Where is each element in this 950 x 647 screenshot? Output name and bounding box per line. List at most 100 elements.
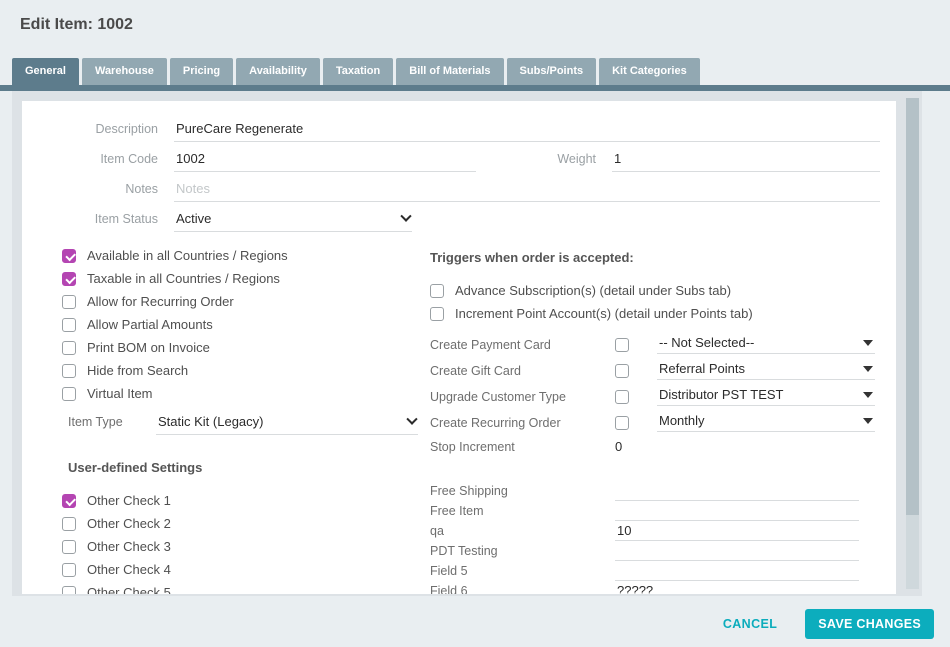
checkbox-available-all-countries[interactable]: Available in all Countries / Regions: [62, 248, 430, 263]
create-payment-card-select[interactable]: -- Not Selected--: [657, 335, 875, 354]
page-title: Edit Item: 1002: [20, 16, 950, 34]
create-payment-card-checkbox[interactable]: [615, 338, 629, 352]
item-type-select[interactable]: Static Kit (Legacy): [156, 414, 418, 435]
description-input[interactable]: PureCare Regenerate: [174, 121, 880, 142]
checkbox-label: Increment Point Account(s) (detail under…: [455, 306, 753, 321]
checkbox-icon[interactable]: [62, 249, 76, 263]
checkbox-label: Print BOM on Invoice: [87, 340, 210, 355]
pdt-testing-input[interactable]: [615, 545, 859, 561]
checkbox-icon[interactable]: [62, 586, 76, 595]
checkbox-icon[interactable]: [62, 341, 76, 355]
description-label: Description: [62, 122, 158, 141]
tab-bill-of-materials[interactable]: Bill of Materials: [396, 58, 503, 85]
create-recurring-order-row: Create Recurring Order Monthly: [430, 413, 880, 432]
qa-input[interactable]: 10: [615, 523, 859, 541]
field-5-input[interactable]: [615, 565, 859, 581]
checkbox-label: Other Check 3: [87, 539, 171, 554]
item-status-select[interactable]: Active: [174, 211, 412, 232]
tab-warehouse[interactable]: Warehouse: [82, 58, 167, 85]
tab-pricing[interactable]: Pricing: [170, 58, 233, 85]
description-row: Description PureCare Regenerate: [62, 121, 880, 142]
create-gift-card-select[interactable]: Referral Points: [657, 361, 875, 380]
checkbox-taxable-all-countries[interactable]: Taxable in all Countries / Regions: [62, 271, 430, 286]
chevron-down-icon: [400, 210, 411, 221]
field-5-label: Field 5: [430, 564, 615, 581]
item-status-value: Active: [176, 211, 211, 226]
checkbox-icon[interactable]: [62, 364, 76, 378]
tab-subs-points[interactable]: Subs/Points: [507, 58, 597, 85]
checkbox-label: Other Check 1: [87, 493, 171, 508]
upgrade-customer-type-checkbox[interactable]: [615, 390, 629, 404]
checkbox-icon[interactable]: [62, 494, 76, 508]
checkbox-label: Allow Partial Amounts: [87, 317, 213, 332]
create-gift-card-label: Create Gift Card: [430, 364, 615, 378]
stop-increment-row: Stop Increment 0: [430, 439, 880, 454]
free-shipping-input[interactable]: [615, 485, 859, 501]
item-status-label: Item Status: [62, 212, 158, 231]
footer-action-bar: CANCEL SAVE CHANGES: [0, 596, 950, 639]
checkbox-icon[interactable]: [62, 517, 76, 531]
upgrade-customer-type-row: Upgrade Customer Type Distributor PST TE…: [430, 387, 880, 406]
create-recurring-order-checkbox[interactable]: [615, 416, 629, 430]
item-code-label: Item Code: [62, 152, 158, 171]
left-column: Available in all Countries / Regions Tax…: [62, 248, 430, 594]
create-gift-card-checkbox[interactable]: [615, 364, 629, 378]
checkbox-icon[interactable]: [62, 318, 76, 332]
checkbox-icon[interactable]: [430, 307, 444, 321]
checkbox-other-check-1[interactable]: Other Check 1: [62, 493, 430, 508]
dropdown-arrow-icon: [863, 418, 873, 424]
select-value: Referral Points: [659, 361, 745, 376]
checkbox-advance-subscriptions[interactable]: Advance Subscription(s) (detail under Su…: [430, 283, 880, 298]
free-shipping-label: Free Shipping: [430, 484, 615, 501]
select-value: Monthly: [659, 413, 705, 428]
checkbox-hide-from-search[interactable]: Hide from Search: [62, 363, 430, 378]
field-6-label: Field 6: [430, 584, 615, 594]
dropdown-arrow-icon: [863, 392, 873, 398]
checkbox-other-check-4[interactable]: Other Check 4: [62, 562, 430, 577]
item-code-weight-row: Item Code 1002 Weight 1: [62, 151, 880, 172]
tab-availability[interactable]: Availability: [236, 58, 320, 85]
upgrade-customer-type-select[interactable]: Distributor PST TEST: [657, 387, 875, 406]
page-header: Edit Item: 1002: [0, 0, 950, 58]
checkbox-print-bom-on-invoice[interactable]: Print BOM on Invoice: [62, 340, 430, 355]
item-code-input[interactable]: 1002: [174, 151, 476, 172]
select-value: Distributor PST TEST: [659, 387, 784, 402]
checkbox-icon[interactable]: [430, 284, 444, 298]
checkbox-increment-point-accounts[interactable]: Increment Point Account(s) (detail under…: [430, 306, 880, 321]
cancel-button[interactable]: CANCEL: [723, 617, 777, 631]
chevron-down-icon: [406, 413, 417, 424]
save-changes-button[interactable]: SAVE CHANGES: [805, 609, 934, 639]
qa-label: qa: [430, 524, 615, 541]
upgrade-customer-type-label: Upgrade Customer Type: [430, 390, 615, 404]
checkbox-allow-recurring-order[interactable]: Allow for Recurring Order: [62, 294, 430, 309]
checkbox-other-check-3[interactable]: Other Check 3: [62, 539, 430, 554]
checkbox-icon[interactable]: [62, 540, 76, 554]
notes-row: Notes Notes: [62, 181, 880, 202]
triggers-heading: Triggers when order is accepted:: [430, 250, 880, 265]
checkbox-other-check-2[interactable]: Other Check 2: [62, 516, 430, 531]
checkbox-icon[interactable]: [62, 563, 76, 577]
checkbox-allow-partial-amounts[interactable]: Allow Partial Amounts: [62, 317, 430, 332]
scrollbar-thumb[interactable]: [906, 98, 919, 515]
form-content: Description PureCare Regenerate Item Cod…: [22, 101, 896, 594]
create-recurring-order-select[interactable]: Monthly: [657, 413, 875, 432]
tab-taxation[interactable]: Taxation: [323, 58, 393, 85]
weight-input[interactable]: 1: [612, 151, 880, 172]
checkbox-virtual-item[interactable]: Virtual Item: [62, 386, 430, 401]
dropdown-arrow-icon: [863, 340, 873, 346]
user-defined-settings-heading: User-defined Settings: [68, 460, 430, 475]
field-6-input[interactable]: ?????: [615, 583, 859, 594]
tab-general[interactable]: General: [12, 58, 79, 85]
free-shipping-row: Free Shipping: [430, 481, 880, 501]
checkbox-icon[interactable]: [62, 387, 76, 401]
free-item-input[interactable]: [615, 505, 859, 521]
item-type-row: Item Type Static Kit (Legacy): [68, 414, 430, 435]
stop-increment-label: Stop Increment: [430, 440, 615, 454]
checkbox-label: Advance Subscription(s) (detail under Su…: [455, 283, 731, 298]
checkbox-icon[interactable]: [62, 272, 76, 286]
notes-input[interactable]: Notes: [174, 181, 880, 202]
checkbox-other-check-5[interactable]: Other Check 5: [62, 585, 430, 594]
vertical-scrollbar[interactable]: [906, 98, 919, 589]
checkbox-icon[interactable]: [62, 295, 76, 309]
tab-kit-categories[interactable]: Kit Categories: [599, 58, 700, 85]
